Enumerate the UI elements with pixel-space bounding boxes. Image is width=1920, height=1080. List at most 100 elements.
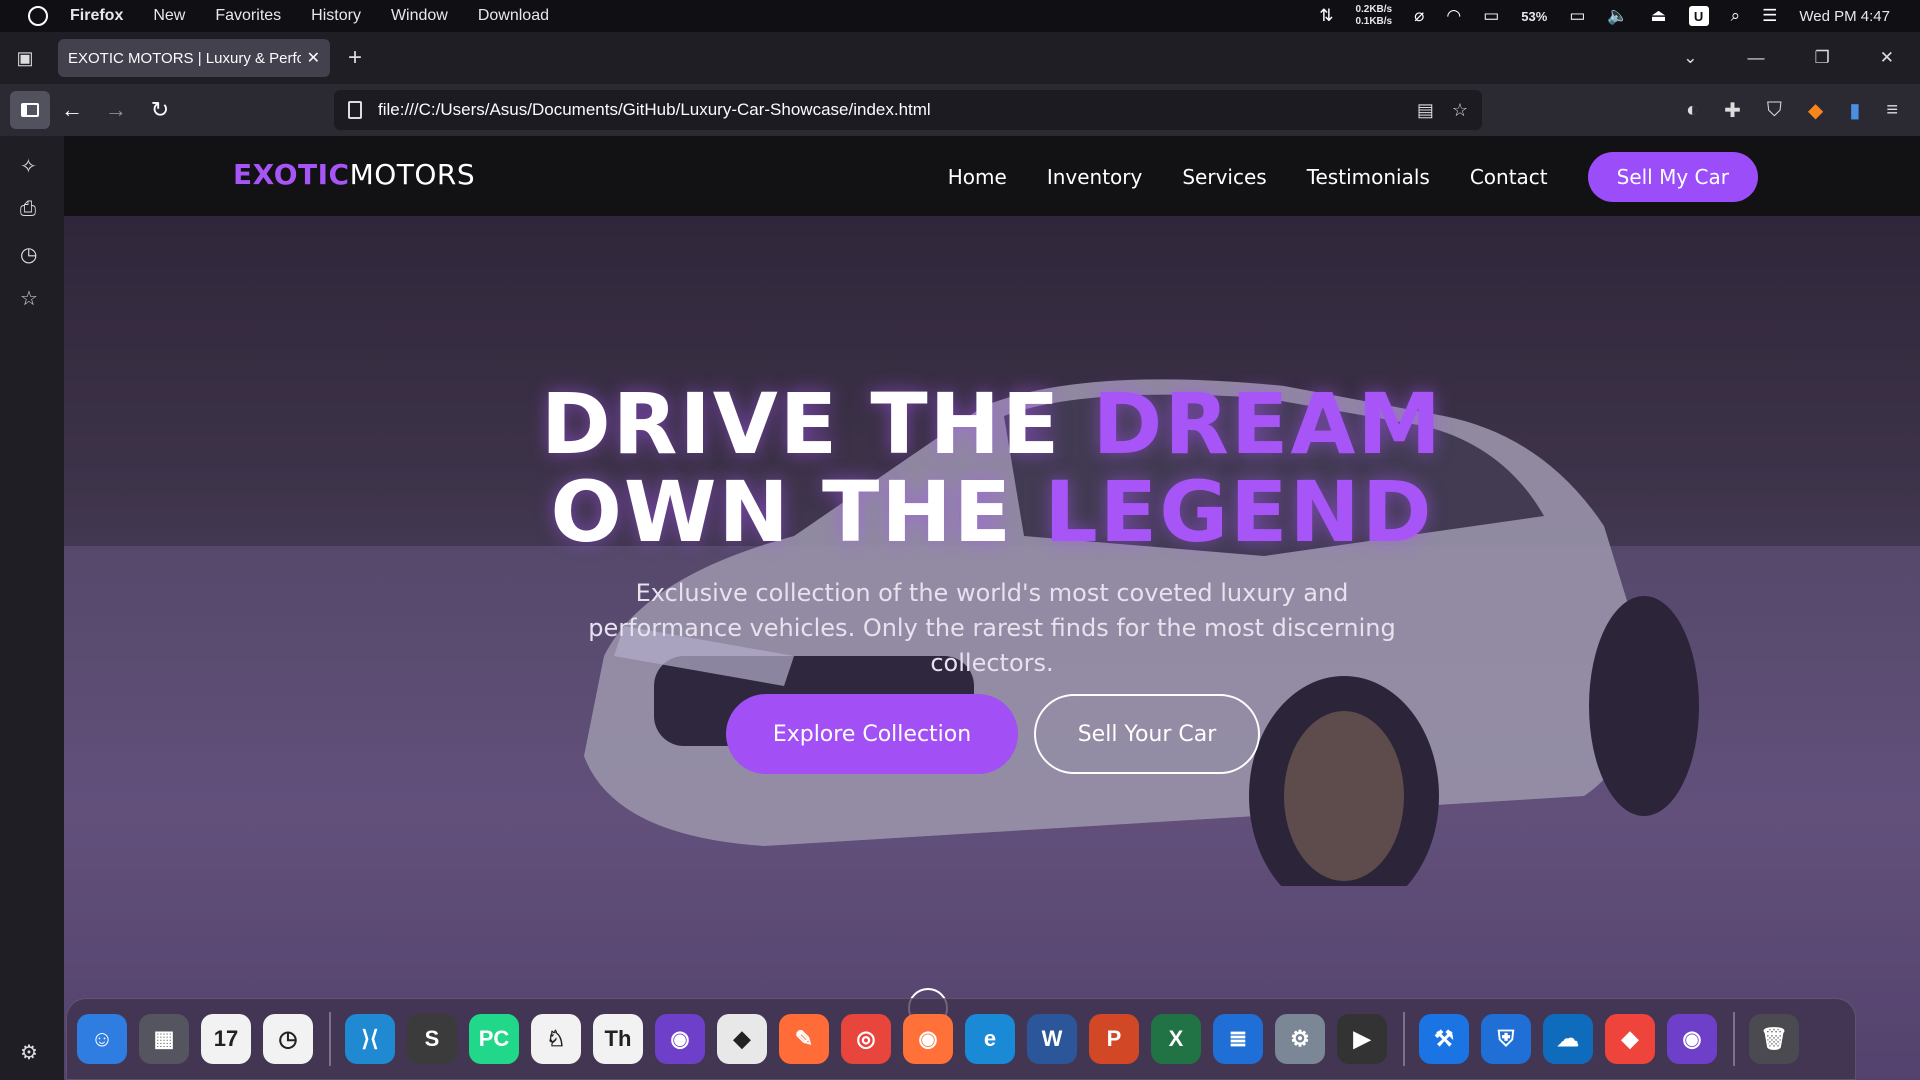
sell-my-car-button[interactable]: Sell My Car [1587,152,1758,202]
dock-typora-icon[interactable]: Th [593,1014,643,1064]
fox-extension-icon[interactable]: ◆ [1808,98,1823,123]
dock-rabbit-icon[interactable]: ♘ [531,1014,581,1064]
wifi-icon[interactable]: ◠ [1446,6,1461,26]
synced-tabs-icon[interactable]: ⎙ [20,198,36,221]
net-up: 0.2KB/s [1355,4,1393,15]
bookmark-star-icon[interactable]: ☆ [1452,100,1468,121]
dock-pycharm-icon[interactable]: PC [469,1014,519,1064]
dock: ☺ ▦ 17 ◷ ⟩⟨ S PC ♘ Th ◉ ◆ ✎ ◎ ◉ e W P X ≣ ⚙ ▶ ⚒ ⛨ ☁ ◆ ◉ 🗑 [66,998,1856,1080]
dock-firefox-icon[interactable]: ◉ [903,1014,953,1064]
volume-icon[interactable]: 🔈 [1607,6,1628,26]
dock-anydesk-icon[interactable]: ◆ [1605,1014,1655,1064]
history-clock-icon[interactable]: ◷ [20,242,37,267]
dock-github-icon[interactable]: ◉ [1667,1014,1717,1064]
hero-line1-white: DRIVE THE [541,375,1093,473]
menubar-clock[interactable]: Wed PM 4:47 [1799,8,1890,25]
spotlight-search-icon[interactable]: ⌕ [1731,6,1741,26]
sidebar-settings-gear-icon[interactable]: ⚙ [20,1040,38,1065]
menu-app-name[interactable]: Firefox [70,7,123,25]
ai-sparkle-icon[interactable]: ✧ [20,154,37,179]
nav-inventory[interactable]: Inventory [1047,165,1143,189]
dock-calendar-icon[interactable]: 17 [201,1014,251,1064]
sort-arrows-icon[interactable]: ⇅ [1319,6,1333,26]
tab-strip: ▣ EXOTIC MOTORS | Luxury & Perform ✕ + ⌄… [0,32,1920,84]
forward-arrow-icon[interactable]: → [94,97,138,123]
hero-line2-purple: LEGEND [1044,463,1434,561]
sidebar-toggle-button[interactable] [10,91,50,129]
hero-subtitle: Exclusive collection of the world's most… [588,579,1396,677]
restore-icon[interactable]: ❐ [1815,48,1830,68]
hero-section: DRIVE THE DREAM OWN THE LEGEND Exclusive… [64,216,1920,1080]
menu-item-favorites[interactable]: Favorites [215,7,281,25]
dock-clock-icon[interactable]: ◷ [263,1014,313,1064]
dock-word-icon[interactable]: W [1027,1014,1077,1064]
extension-avatar-icon[interactable]: ◐ [1686,99,1698,122]
dock-trash-icon[interactable]: 🗑 [1749,1014,1799,1064]
reload-icon[interactable]: ↻ [138,97,182,123]
nav-home[interactable]: Home [948,165,1007,189]
browser-sidebar: ✧ ⎙ ◷ ☆ [0,136,64,1080]
sidebar-icon [21,103,39,117]
dock-github-desktop-icon[interactable]: ◉ [655,1014,705,1064]
dock-settings-icon[interactable]: ⚙ [1275,1014,1325,1064]
dock-defender-icon[interactable]: ⛨ [1481,1014,1531,1064]
blue-extension-icon[interactable]: ▮ [1849,98,1860,123]
system-logo-icon[interactable] [28,6,48,26]
menu-item-history[interactable]: History [311,7,361,25]
sell-your-car-button[interactable]: Sell Your Car [1034,694,1260,774]
app-menu-icon[interactable]: ≡ [1886,99,1898,122]
dock-onedrive-icon[interactable]: ☁ [1543,1014,1593,1064]
dock-notes-icon[interactable]: ≣ [1213,1014,1263,1064]
dock-powerpoint-icon[interactable]: P [1089,1014,1139,1064]
nav-testimonials[interactable]: Testimonials [1307,165,1430,189]
dock-sublime-icon[interactable]: S [407,1014,457,1064]
close-window-icon[interactable]: ✕ [1880,48,1894,68]
page-viewport: EXOTICMOTORS Home Inventory Services Tes… [64,136,1920,1080]
back-arrow-icon[interactable]: ← [50,97,94,123]
battery-charging-icon[interactable]: ▭ [1569,6,1585,26]
tab-overview-icon[interactable]: ▣ [0,48,50,69]
display-icon[interactable]: ▭ [1483,6,1499,26]
dock-separator [1403,1012,1405,1066]
address-bar[interactable]: file:///C:/Users/Asus/Documents/GitHub/L… [334,90,1482,130]
site-logo[interactable]: EXOTICMOTORS [233,158,475,191]
eject-icon[interactable]: ⏏ [1651,6,1667,26]
dock-player-icon[interactable]: ▶ [1337,1014,1387,1064]
site-header: EXOTICMOTORS Home Inventory Services Tes… [64,136,1920,216]
dock-launchpad-icon[interactable]: ▦ [139,1014,189,1064]
site-nav: Home Inventory Services Testimonials Con… [948,152,1758,202]
reader-view-icon[interactable]: ▤ [1417,100,1434,121]
dock-chrome-icon[interactable]: ◎ [841,1014,891,1064]
dock-separator [1733,1012,1735,1066]
extensions-puzzle-icon[interactable]: ✚ [1724,98,1741,123]
dock-excel-icon[interactable]: X [1151,1014,1201,1064]
tab-close-icon[interactable]: ✕ [307,48,320,68]
dock-edge-icon[interactable]: e [965,1014,1015,1064]
menu-item-new[interactable]: New [153,7,185,25]
nav-contact[interactable]: Contact [1470,165,1548,189]
new-tab-icon[interactable]: + [348,44,362,72]
bluetooth-off-icon[interactable]: ⌀ [1414,6,1424,26]
logo-exotic: EXOTIC [233,158,350,191]
tab-exotic-motors[interactable]: EXOTIC MOTORS | Luxury & Perform ✕ [58,39,330,77]
dock-git-icon[interactable]: ◆ [717,1014,767,1064]
dock-vscode-icon[interactable]: ⟩⟨ [345,1014,395,1064]
u-badge-icon[interactable]: U [1688,6,1709,26]
dock-postman-icon[interactable]: ✎ [779,1014,829,1064]
dock-xcode-icon[interactable]: ⚒ [1419,1014,1469,1064]
url-text[interactable]: file:///C:/Users/Asus/Documents/GitHub/L… [378,100,1399,120]
explore-collection-button[interactable]: Explore Collection [726,694,1018,774]
menu-item-download[interactable]: Download [478,7,549,25]
control-center-icon[interactable]: ☰ [1762,6,1777,26]
network-speed: 0.2KB/s 0.1KB/s [1355,4,1392,28]
battery-percent: 53% [1521,8,1548,24]
menu-item-window[interactable]: Window [391,7,448,25]
minimize-icon[interactable]: — [1748,48,1765,68]
shield-extension-icon[interactable]: ⛉ [1767,99,1782,122]
tab-title: EXOTIC MOTORS | Luxury & Perform [68,49,301,67]
bookmarks-star-icon[interactable]: ☆ [20,286,38,311]
hero-line2-white: OWN THE [550,463,1045,561]
dock-finder-icon[interactable]: ☺ [77,1014,127,1064]
nav-services[interactable]: Services [1182,165,1266,189]
list-tabs-chevron-icon[interactable]: ⌄ [1683,48,1697,68]
